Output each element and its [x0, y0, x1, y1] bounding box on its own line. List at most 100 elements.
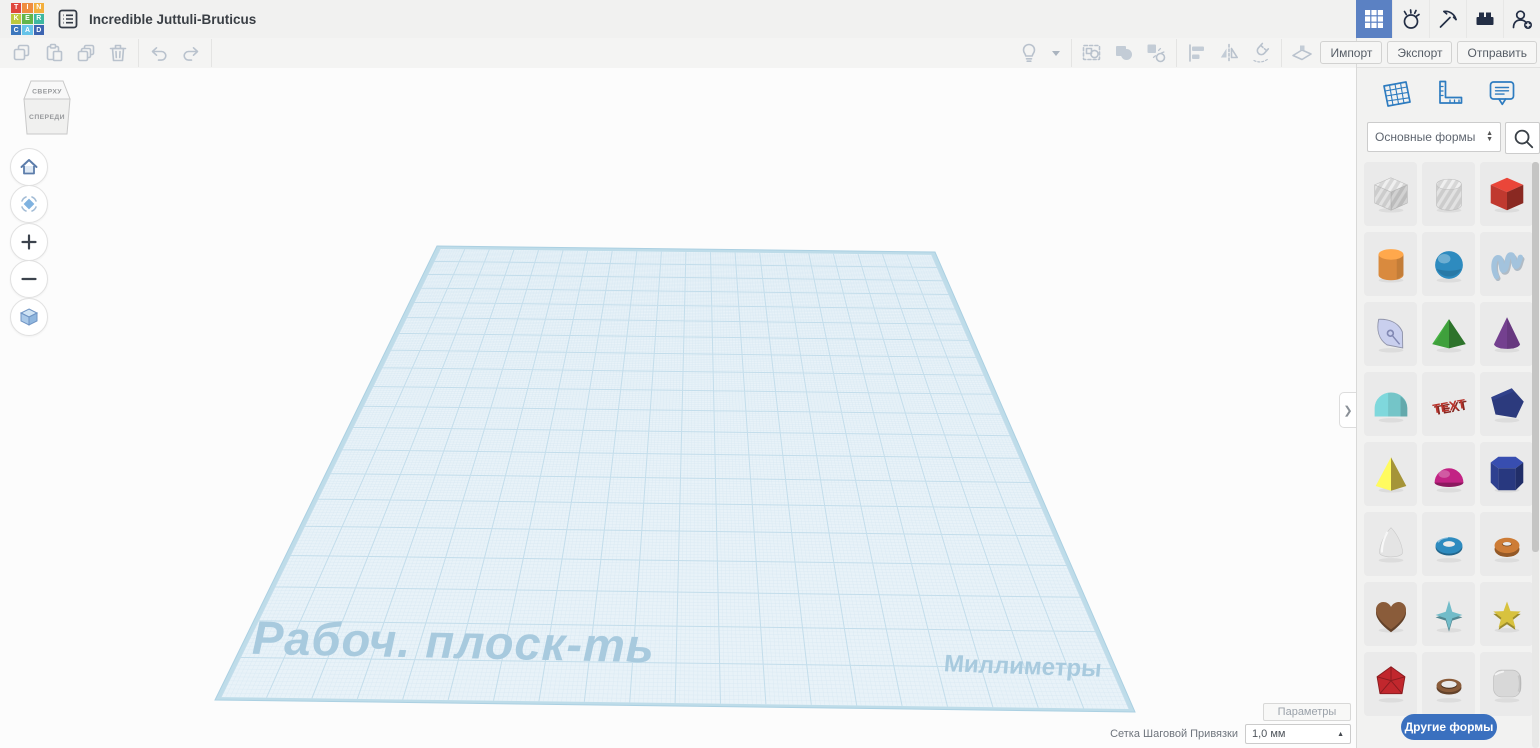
sidebar-scrollbar-thumb[interactable]: [1532, 162, 1539, 552]
logo-tile: C: [11, 25, 21, 35]
delete-icon: [106, 41, 130, 65]
view-cube[interactable]: СВЕРХУ СПЕРЕДИ: [21, 78, 73, 138]
export-button[interactable]: Экспорт: [1387, 41, 1452, 64]
round-roof-icon: [1368, 381, 1414, 427]
design-properties-button[interactable]: [57, 8, 79, 30]
snap-button[interactable]: [1248, 40, 1274, 66]
delete-button[interactable]: [105, 40, 131, 66]
align-button[interactable]: [1184, 40, 1210, 66]
workplane-tool-button[interactable]: [1289, 40, 1315, 66]
toolbar-divider: [1071, 39, 1072, 67]
shape-cone[interactable]: [1480, 302, 1533, 366]
home-view-button[interactable]: [10, 148, 48, 186]
snap-magnet-icon: [1249, 41, 1273, 65]
half-sphere-icon: [1426, 451, 1472, 497]
tab-notes[interactable]: [1483, 74, 1521, 114]
pyramid-icon: [1368, 451, 1414, 497]
mirror-button[interactable]: [1216, 40, 1242, 66]
ruler-tab-icon: [1433, 78, 1465, 110]
sim-lab-icon: [1399, 7, 1423, 31]
sphere-icon: [1426, 241, 1472, 287]
box-icon: [1484, 171, 1530, 217]
shape-pyramid[interactable]: [1364, 442, 1417, 506]
logo-tile: R: [34, 14, 44, 24]
shape-category-select[interactable]: Основные формы ▲▼: [1367, 122, 1501, 152]
undo-button[interactable]: [146, 40, 172, 66]
show-all-button[interactable]: [1016, 40, 1042, 66]
shape-scribble[interactable]: [1480, 232, 1533, 296]
cone-icon: [1484, 311, 1530, 357]
mode-3d-design[interactable]: [1356, 0, 1392, 38]
mode-sim-lab[interactable]: [1392, 0, 1429, 38]
shape-torus[interactable]: [1422, 512, 1475, 576]
sidebar-collapse-handle[interactable]: ❯: [1339, 392, 1356, 428]
more-shapes-button[interactable]: Другие формы: [1401, 714, 1497, 740]
workplane[interactable]: [0, 68, 1356, 748]
search-icon: [1511, 126, 1535, 150]
zoom-in-button[interactable]: [10, 223, 48, 261]
paste-button[interactable]: [41, 40, 67, 66]
zoom-out-button[interactable]: [10, 260, 48, 298]
snap-grid-row: Сетка Шаговой Привязки 1,0 мм ▲: [1110, 724, 1351, 744]
logo-tile: A: [22, 25, 32, 35]
tube-icon: [1484, 521, 1530, 567]
3d-viewport[interactable]: Рабоч. плоск-ть Миллиметры СВЕРХУ СПЕРЕД…: [0, 68, 1356, 748]
torus-icon: [1426, 521, 1472, 567]
import-button[interactable]: Импорт: [1320, 41, 1382, 64]
shape-icosahedron[interactable]: [1364, 652, 1417, 716]
undo-icon: [147, 41, 171, 65]
shape-search-button[interactable]: [1505, 122, 1540, 154]
pen-icon: [1368, 311, 1414, 357]
parameters-button[interactable]: Параметры: [1263, 703, 1351, 721]
shape-ring[interactable]: [1422, 652, 1475, 716]
shape-polygon[interactable]: [1480, 372, 1533, 436]
mode-switcher: [1356, 0, 1540, 38]
shape-pen[interactable]: [1364, 302, 1417, 366]
send-button[interactable]: Отправить: [1457, 41, 1537, 64]
shape-star-4[interactable]: [1422, 582, 1475, 646]
caret-up-icon: ▲: [1337, 731, 1344, 738]
show-all-dropdown[interactable]: [1048, 40, 1064, 66]
shape-text[interactable]: TEXTTEXT: [1422, 372, 1475, 436]
group-button[interactable]: [1111, 40, 1137, 66]
shape-box[interactable]: [1480, 162, 1533, 226]
select-marquee-button[interactable]: [1079, 40, 1105, 66]
sidebar-tabs: [1357, 70, 1540, 118]
sidebar-actions: Импорт Экспорт Отправить: [1357, 38, 1540, 68]
select-spinner-icon: ▲▼: [1486, 131, 1493, 143]
shape-paraboloid[interactable]: [1364, 512, 1417, 576]
copy-button[interactable]: [9, 40, 35, 66]
roof-icon: [1426, 311, 1472, 357]
logo-tile: T: [11, 3, 21, 13]
mode-bricks[interactable]: [1466, 0, 1503, 38]
mode-collaborate[interactable]: [1503, 0, 1540, 38]
shape-half-sphere[interactable]: [1422, 442, 1475, 506]
dice-icon: [1484, 661, 1530, 707]
tab-ruler[interactable]: [1430, 74, 1468, 114]
shape-roof[interactable]: [1422, 302, 1475, 366]
snap-grid-label: Сетка Шаговой Привязки: [1110, 728, 1238, 740]
shape-cylinder-transparent[interactable]: [1422, 162, 1475, 226]
shape-box-transparent[interactable]: [1364, 162, 1417, 226]
shape-round-roof[interactable]: [1364, 372, 1417, 436]
tinkercad-logo[interactable]: TINKERCAD: [11, 3, 44, 36]
redo-button[interactable]: [178, 40, 204, 66]
scribble-icon: [1484, 241, 1530, 287]
shape-cylinder[interactable]: [1364, 232, 1417, 296]
shape-sphere[interactable]: [1422, 232, 1475, 296]
ungroup-icon: [1144, 41, 1168, 65]
duplicate-button[interactable]: [73, 40, 99, 66]
ungroup-button[interactable]: [1143, 40, 1169, 66]
shape-star-5[interactable]: [1480, 582, 1533, 646]
snap-grid-select[interactable]: 1,0 мм ▲: [1245, 724, 1351, 744]
tab-workplane[interactable]: [1377, 74, 1415, 114]
perspective-button[interactable]: [10, 298, 48, 336]
shape-hex-prism[interactable]: [1480, 442, 1533, 506]
paraboloid-icon: [1368, 521, 1414, 567]
shape-heart[interactable]: [1364, 582, 1417, 646]
zoom-out-icon: [18, 268, 40, 290]
fit-view-button[interactable]: [10, 185, 48, 223]
shape-tube[interactable]: [1480, 512, 1533, 576]
shape-dice[interactable]: [1480, 652, 1533, 716]
mode-minecraft[interactable]: [1429, 0, 1466, 38]
